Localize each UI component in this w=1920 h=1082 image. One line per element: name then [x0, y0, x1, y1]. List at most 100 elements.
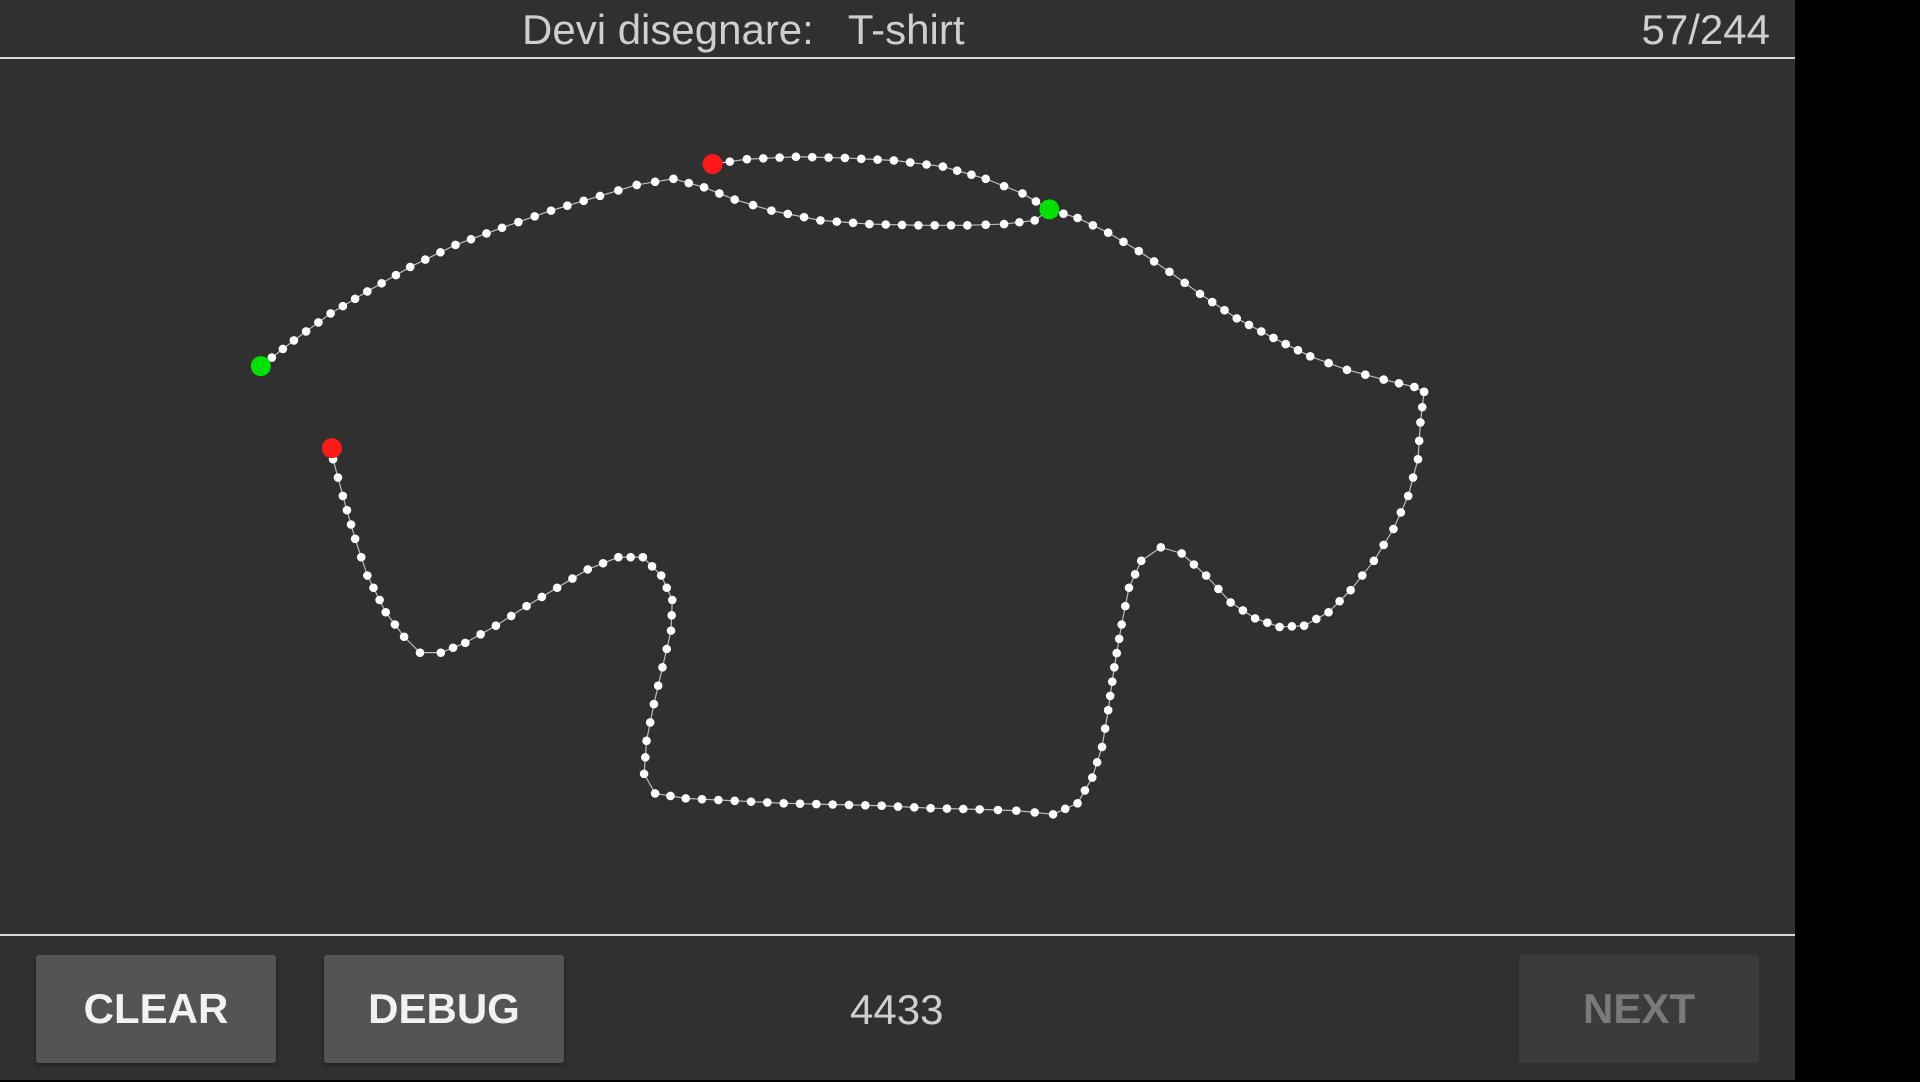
stroke-point — [1408, 473, 1418, 482]
stroke-point — [1061, 804, 1070, 814]
stroke-point — [975, 805, 984, 814]
stroke-point — [363, 287, 372, 296]
stroke-point — [905, 158, 915, 167]
stroke-point — [1361, 370, 1370, 379]
stroke-point — [1103, 228, 1113, 237]
prompt-word: T-shirt — [847, 6, 965, 53]
stroke-point — [405, 262, 415, 272]
stroke-point — [1419, 387, 1429, 397]
stroke-point — [1107, 677, 1117, 686]
stroke-point — [1403, 491, 1413, 501]
progress-counter: 57/244 — [1641, 6, 1770, 53]
stroke-point — [699, 183, 709, 192]
stroke-point — [799, 212, 809, 222]
stroke-point — [381, 607, 391, 617]
stroke-point — [1342, 365, 1352, 375]
stroke-point — [390, 620, 400, 629]
stroke-point — [1156, 543, 1166, 552]
stroke-point — [583, 565, 593, 574]
stroke-point — [795, 799, 805, 808]
stroke-point — [614, 186, 623, 195]
stroke-line — [712, 156, 1050, 210]
stroke-point — [981, 174, 991, 184]
stroke-point — [1379, 375, 1388, 384]
stroke-point — [650, 789, 660, 798]
stroke-point — [552, 583, 562, 593]
stroke-point — [1394, 378, 1404, 388]
stroke-point — [289, 336, 299, 345]
prompt: Devi disegnare: T-shirt — [522, 6, 965, 54]
stroke-point — [1114, 634, 1124, 644]
stroke-point — [647, 562, 657, 571]
stroke-point — [399, 632, 409, 642]
stroke-point — [1031, 197, 1041, 206]
stroke-point — [649, 699, 659, 709]
stroke-point — [840, 153, 850, 163]
stroke-point — [1030, 216, 1040, 225]
stroke-point — [436, 247, 445, 257]
stroke-point — [758, 154, 768, 163]
stroke-point — [530, 212, 539, 221]
stroke-point — [873, 155, 882, 164]
stroke-point — [861, 801, 870, 810]
stroke-point — [656, 571, 666, 580]
stroke-point — [909, 803, 919, 812]
stroke-point — [856, 154, 866, 164]
stroke-point — [1287, 622, 1297, 631]
next-button[interactable]: NEXT — [1519, 955, 1759, 1063]
stroke-point — [1269, 333, 1278, 343]
stroke-point — [278, 344, 288, 354]
stroke-point — [375, 595, 384, 605]
stroke-point — [1413, 454, 1423, 464]
stroke-point — [1324, 358, 1333, 368]
stroke-point — [881, 220, 891, 229]
stroke-point — [669, 174, 678, 184]
stroke-point — [632, 180, 642, 190]
stroke-point — [1396, 508, 1406, 517]
stroke-point — [1100, 724, 1110, 733]
drawing-app: Devi disegnare: T-shirt 57/244 CLEAR DEBU… — [0, 0, 1795, 1080]
stroke-point — [1293, 345, 1303, 355]
stroke-point — [638, 552, 648, 562]
drawing-canvas[interactable] — [0, 59, 1795, 934]
stroke-point — [1379, 540, 1388, 550]
stroke-point — [748, 200, 758, 210]
stroke-point — [730, 195, 739, 204]
stroke-point — [333, 473, 343, 482]
stroke-point — [812, 799, 821, 809]
stroke-point — [1117, 620, 1126, 629]
stroke-point — [967, 170, 976, 179]
stroke-point — [1417, 402, 1427, 412]
stroke-point — [514, 217, 523, 227]
stroke-point — [791, 152, 801, 162]
stroke-point — [824, 153, 833, 162]
stroke-point — [1232, 314, 1242, 323]
stroke-point — [667, 595, 677, 605]
stroke-point — [346, 520, 356, 529]
stroke-point — [1281, 339, 1291, 349]
stroke-point — [1124, 583, 1134, 593]
stroke-point — [314, 318, 323, 327]
stroke-point — [1048, 809, 1058, 819]
stroke-point — [1097, 742, 1107, 752]
stroke-point — [1201, 571, 1211, 580]
stroke-point — [1189, 560, 1199, 569]
stroke-point — [326, 309, 335, 318]
stroke-point — [963, 221, 972, 230]
stroke-point — [662, 583, 672, 593]
stroke-point — [436, 648, 446, 657]
stroke-point — [1165, 267, 1174, 277]
stroke-point — [461, 638, 470, 648]
stroke-point — [877, 801, 886, 811]
debug-button[interactable]: DEBUG — [324, 955, 564, 1063]
stroke-point — [930, 221, 940, 230]
stroke-point — [1073, 798, 1082, 808]
stroke-point — [595, 191, 605, 201]
stroke-point — [1220, 305, 1229, 315]
stroke-point — [451, 240, 460, 250]
stroke-point — [391, 270, 401, 280]
stroke-start-marker — [250, 356, 271, 377]
clear-button[interactable]: CLEAR — [36, 955, 276, 1063]
stroke-point — [1369, 556, 1379, 566]
stroke-point — [415, 648, 425, 657]
